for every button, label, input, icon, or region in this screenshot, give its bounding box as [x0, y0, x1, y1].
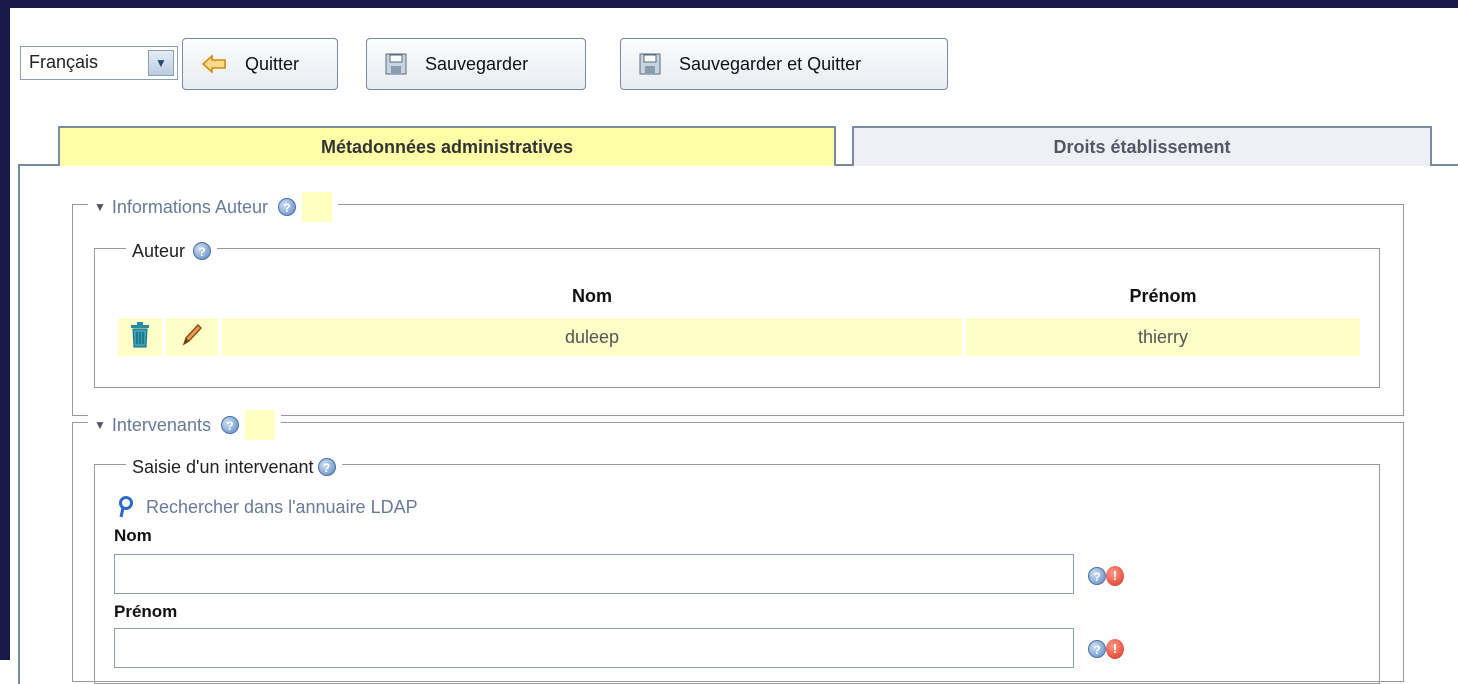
intervenants-title: Intervenants [111, 414, 211, 435]
column-header-prenom: Prénom [1129, 286, 1197, 306]
collapse-triangle-icon[interactable]: ▼ [94, 418, 106, 432]
window-frame: Français ▼ Quitter Sauvegarder Sauvegard… [0, 0, 1458, 684]
magnifier-icon [118, 496, 134, 518]
author-nom-value: duleep [564, 326, 620, 347]
prenom-input[interactable] [114, 628, 1074, 668]
help-icon[interactable]: ? [277, 198, 296, 216]
intervenants-legend[interactable]: ▼ Intervenants ? [88, 410, 281, 440]
tab-label: Droits établissement [1053, 136, 1231, 157]
column-header-nom: Nom [572, 286, 612, 306]
chevron-down-icon[interactable]: ▼ [148, 50, 174, 76]
delete-row-button[interactable] [118, 318, 162, 356]
tab-label: Métadonnées administratives [320, 136, 574, 157]
ldap-search-label: Rechercher dans l'annuaire LDAP [146, 496, 418, 517]
floppy-disk-icon [385, 53, 407, 75]
ldap-search-link[interactable]: Rechercher dans l'annuaire LDAP [118, 494, 418, 520]
language-value: Français [29, 52, 99, 72]
warning-icon: ! [1106, 639, 1124, 659]
table-cell-prenom: thierry [966, 318, 1360, 356]
nom-field-label: Nom [114, 526, 152, 545]
help-icon[interactable]: ? [193, 242, 212, 260]
quit-label: Quitter [245, 53, 300, 74]
edit-row-button[interactable] [166, 318, 218, 356]
help-icon[interactable]: ? [1088, 640, 1106, 658]
tab-institution-rights[interactable]: Droits établissement [852, 126, 1432, 166]
help-icon[interactable]: ? [220, 416, 239, 434]
help-icon[interactable]: ? [317, 458, 336, 476]
save-label: Sauvegarder [425, 53, 529, 74]
collapse-triangle-icon[interactable]: ▼ [94, 200, 106, 214]
pencil-icon [181, 323, 203, 352]
quit-button[interactable]: Quitter [182, 38, 338, 90]
nom-input[interactable] [114, 554, 1074, 594]
save-and-quit-button[interactable]: Sauvegarder et Quitter [620, 38, 948, 90]
arrow-left-icon [201, 54, 227, 74]
table-cell-nom: duleep [222, 318, 962, 356]
prenom-field-label: Prénom [114, 602, 178, 621]
tab-administrative-metadata[interactable]: Métadonnées administratives [58, 126, 836, 166]
trash-icon [129, 321, 151, 353]
warning-icon: ! [1106, 566, 1124, 586]
author-info-title: Informations Auteur [111, 196, 268, 217]
status-chip [301, 192, 332, 222]
author-title: Auteur [132, 240, 186, 261]
save-and-quit-label: Sauvegarder et Quitter [679, 53, 862, 74]
intervenant-entry-title: Saisie d'un intervenant [132, 456, 314, 477]
author-prenom-value: thierry [1137, 326, 1188, 347]
language-select[interactable]: Français ▼ [20, 46, 178, 80]
intervenant-entry-legend: Saisie d'un intervenant ? [126, 454, 342, 480]
save-button[interactable]: Sauvegarder [366, 38, 586, 90]
status-chip [244, 410, 275, 440]
floppy-disk-icon [639, 53, 661, 75]
author-legend: Auteur ? [126, 238, 218, 264]
help-icon[interactable]: ? [1088, 567, 1106, 585]
author-info-legend[interactable]: ▼ Informations Auteur ? [88, 192, 338, 222]
